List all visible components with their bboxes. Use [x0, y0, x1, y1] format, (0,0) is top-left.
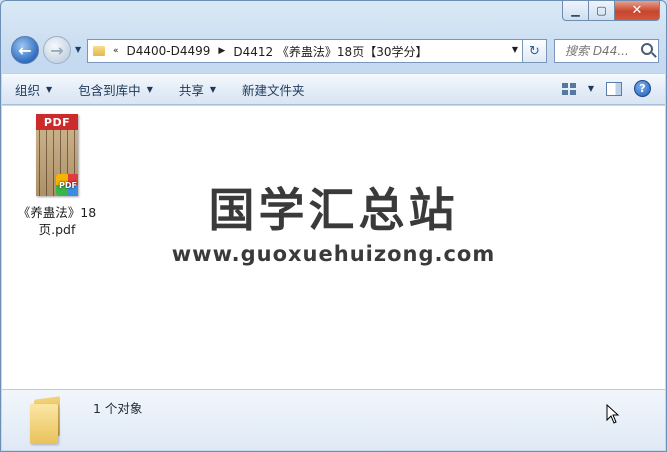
chevron-down-icon: ▼ — [75, 45, 82, 54]
pdf-app-icon: PDF — [56, 174, 78, 196]
view-options-icon[interactable] — [561, 82, 576, 95]
forward-arrow-icon: → — [50, 40, 64, 60]
file-item[interactable]: PDF PDF 《养蛊法》18页.pdf — [16, 114, 98, 238]
search-box[interactable] — [554, 39, 659, 63]
command-bar-right: ▼ ? — [561, 80, 651, 97]
navigation-row: ← → ▼ « D4400-D4499 ▶ D4412 《养蛊法》18页【30学… — [9, 35, 659, 65]
back-arrow-icon: ← — [18, 40, 32, 60]
watermark: 国学汇总站 www.guoxuehuizong.com — [2, 182, 665, 266]
help-icon[interactable]: ? — [634, 80, 651, 97]
caption-buttons: ▁ ▢ ✕ — [562, 1, 660, 21]
new-folder-label: 新建文件夹 — [242, 82, 305, 98]
pdf-thumb-badge: PDF — [36, 114, 78, 130]
chevron-down-icon: ▼ — [146, 84, 153, 94]
maximize-button[interactable]: ▢ — [589, 1, 615, 21]
minimize-button[interactable]: ▁ — [562, 1, 589, 21]
folder-icon — [30, 396, 66, 444]
chevron-down-icon: ▼ — [209, 84, 217, 94]
folder-icon — [93, 46, 105, 56]
include-library-label: 包含到库中 — [78, 82, 141, 98]
organize-button[interactable]: 组织 ▼ — [2, 74, 65, 104]
breadcrumb-overflow[interactable]: « — [113, 46, 119, 56]
item-count: 1 个对象 — [93, 401, 143, 416]
forward-button[interactable]: → — [43, 36, 71, 64]
file-name[interactable]: 《养蛊法》18页.pdf — [16, 204, 98, 238]
share-label: 共享 — [178, 82, 204, 98]
organize-label: 组织 — [15, 82, 41, 98]
include-library-button[interactable]: 包含到库中 ▼ — [65, 74, 166, 104]
address-bar[interactable]: « D4400-D4499 ▶ D4412 《养蛊法》18页【30学分】 ▼ — [87, 39, 523, 63]
chevron-down-icon: ▼ — [46, 84, 53, 94]
breadcrumb-item-current[interactable]: D4412 《养蛊法》18页【30学分】 — [233, 43, 427, 60]
command-bar: 组织 ▼ 包含到库中 ▼ 共享 ▼ 新建文件夹 ▼ ? — [2, 73, 665, 105]
new-folder-button[interactable]: 新建文件夹 — [229, 74, 318, 104]
explorer-window: ▁ ▢ ✕ ← → ▼ « D4400-D4499 ▶ D4412 《养蛊法》1… — [0, 0, 667, 452]
details-pane: 1 个对象 — [2, 389, 665, 450]
search-icon[interactable] — [641, 43, 653, 55]
close-button[interactable]: ✕ — [615, 1, 660, 21]
pdf-app-label: PDF — [59, 180, 77, 190]
view-dropdown[interactable]: ▼ — [588, 84, 594, 93]
watermark-url: www.guoxuehuizong.com — [171, 242, 496, 266]
refresh-button[interactable]: ↻ — [523, 39, 547, 63]
history-dropdown[interactable]: ▼ — [75, 45, 81, 54]
search-input[interactable] — [565, 44, 635, 58]
breadcrumb-item[interactable]: D4400-D4499 — [127, 44, 211, 58]
watermark-title: 国学汇总站 — [208, 183, 459, 237]
share-button[interactable]: 共享 ▼ — [166, 74, 229, 104]
file-list-area[interactable]: PDF PDF 《养蛊法》18页.pdf 国学汇总站 www.guoxuehui… — [2, 106, 665, 389]
preview-pane-icon[interactable] — [606, 81, 622, 96]
pdf-thumbnail: PDF PDF — [36, 114, 78, 196]
breadcrumb-separator-icon[interactable]: ▶ — [218, 46, 225, 56]
refresh-icon: ↻ — [529, 43, 540, 59]
back-button[interactable]: ← — [11, 36, 39, 64]
address-dropdown[interactable]: ▼ — [512, 45, 518, 54]
